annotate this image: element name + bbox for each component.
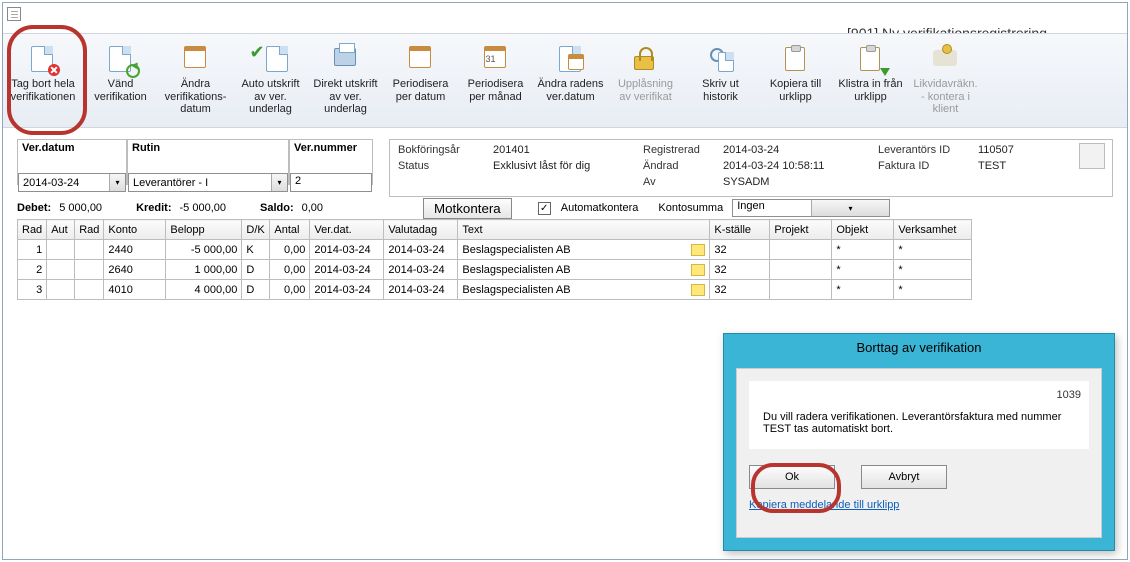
rutin-select[interactable]: Leverantörer - I ▾: [128, 173, 288, 192]
toolbar-reverse-sheet[interactable]: Vänd verifikation: [83, 34, 158, 127]
rows-grid[interactable]: RadAutRadKontoBeloppD/KAntalVer.dat.Valu…: [17, 219, 972, 300]
toolbar-calendar-31[interactable]: 31Periodisera per månad: [458, 34, 533, 127]
ok-button[interactable]: Ok: [749, 465, 835, 489]
table-row[interactable]: 340104 000,00D0,002014-03-242014-03-24Be…: [18, 280, 972, 300]
table-row[interactable]: 12440-5 000,00K0,002014-03-242014-03-24B…: [18, 240, 972, 260]
calendar-period-icon: [406, 44, 436, 74]
verdatum-label: Ver.datum: [18, 140, 126, 156]
vernummer-input[interactable]: 2: [290, 173, 372, 192]
direct-print-icon: [331, 44, 361, 74]
delete-sheet-icon: [28, 44, 58, 74]
toolbar-unlock: Upplåsning av verifikat: [608, 34, 683, 127]
document-mini-icon: [7, 7, 21, 21]
motkontera-button[interactable]: Motkontera: [423, 198, 512, 219]
toolbar-auto-print[interactable]: ✔Auto utskrift av ver. underlag: [233, 34, 308, 127]
settings-button[interactable]: [1079, 143, 1105, 169]
chevron-down-icon[interactable]: ▾: [109, 174, 125, 191]
col-header[interactable]: Antal: [270, 220, 310, 240]
toolbar-copy[interactable]: Kopiera till urklipp: [758, 34, 833, 127]
auto-print-icon: ✔: [256, 44, 286, 74]
col-header[interactable]: Rad: [18, 220, 47, 240]
header-fields: Ver.datum 2014-03-24 ▾ Rutin Leverantöre…: [17, 139, 1113, 185]
rutin-label: Rutin: [128, 140, 288, 156]
money-icon: [931, 44, 961, 74]
automatkontera-checkbox[interactable]: ✓: [538, 202, 551, 215]
chevron-down-icon[interactable]: ▾: [811, 200, 890, 216]
calendar-31-icon: 31: [481, 44, 511, 74]
col-header[interactable]: Konto: [104, 220, 166, 240]
table-row[interactable]: 226401 000,00D0,002014-03-242014-03-24Be…: [18, 260, 972, 280]
automatkontera-label: Automatkontera: [561, 202, 639, 214]
dialog-message: Du vill radera verifikationen. Leverantö…: [763, 411, 1075, 435]
col-header[interactable]: K-ställe: [710, 220, 770, 240]
change-row-date-icon: [556, 44, 586, 74]
toolbar-direct-print[interactable]: Direkt utskrift av ver. underlag: [308, 34, 383, 127]
col-header[interactable]: Text: [458, 220, 710, 240]
note-icon[interactable]: [691, 264, 705, 276]
dialog-message-id: 1039: [1057, 389, 1081, 401]
reverse-sheet-icon: [106, 44, 136, 74]
col-header[interactable]: Ver.dat.: [310, 220, 384, 240]
col-header[interactable]: Objekt: [832, 220, 894, 240]
col-header[interactable]: Verksamhet: [894, 220, 972, 240]
vernummer-label: Ver.nummer: [290, 140, 372, 156]
col-header[interactable]: Aut: [47, 220, 75, 240]
col-header[interactable]: Valutadag: [384, 220, 458, 240]
toolbar-paste[interactable]: Klistra in från urklipp: [833, 34, 908, 127]
note-icon[interactable]: [691, 244, 705, 256]
col-header[interactable]: Projekt: [770, 220, 832, 240]
cancel-button[interactable]: Avbryt: [861, 465, 947, 489]
unlock-icon: [631, 44, 661, 74]
col-header[interactable]: Rad: [75, 220, 104, 240]
copy-icon: [781, 44, 811, 74]
history-icon: [706, 44, 736, 74]
verdatum-input[interactable]: 2014-03-24 ▾: [18, 173, 126, 192]
kontosumma-select[interactable]: Ingen ▾: [732, 199, 890, 217]
copy-message-link[interactable]: Kopiera meddelande till urklipp: [749, 499, 1089, 511]
kontosumma-label: Kontosumma: [658, 202, 723, 214]
summary-row: Debet: 5 000,00 Kredit: -5 000,00 Saldo:…: [17, 197, 1113, 219]
toolbar: Tag bort hela verifikationenVänd verifik…: [3, 33, 1127, 128]
calendar-icon: [181, 44, 211, 74]
toolbar-calendar-period[interactable]: Periodisera per datum: [383, 34, 458, 127]
paste-icon: [856, 44, 886, 74]
toolbar-money: Likvidavräkn. - kontera i klient: [908, 34, 983, 127]
col-header[interactable]: Belopp: [166, 220, 242, 240]
delete-confirm-dialog: Borttag av verifikation 1039 Du vill rad…: [723, 333, 1115, 551]
note-icon[interactable]: [691, 284, 705, 296]
info-panel: Bokföringsår 201401 Registrerad 2014-03-…: [389, 139, 1113, 197]
dialog-title: Borttag av verifikation: [724, 334, 1114, 361]
toolbar-calendar[interactable]: Ändra verifikations- datum: [158, 34, 233, 127]
toolbar-history[interactable]: Skriv ut historik: [683, 34, 758, 127]
toolbar-delete-sheet[interactable]: Tag bort hela verifikationen: [3, 34, 83, 127]
chevron-down-icon[interactable]: ▾: [271, 174, 287, 191]
toolbar-change-row-date[interactable]: Ändra radens ver.datum: [533, 34, 608, 127]
col-header[interactable]: D/K: [242, 220, 270, 240]
